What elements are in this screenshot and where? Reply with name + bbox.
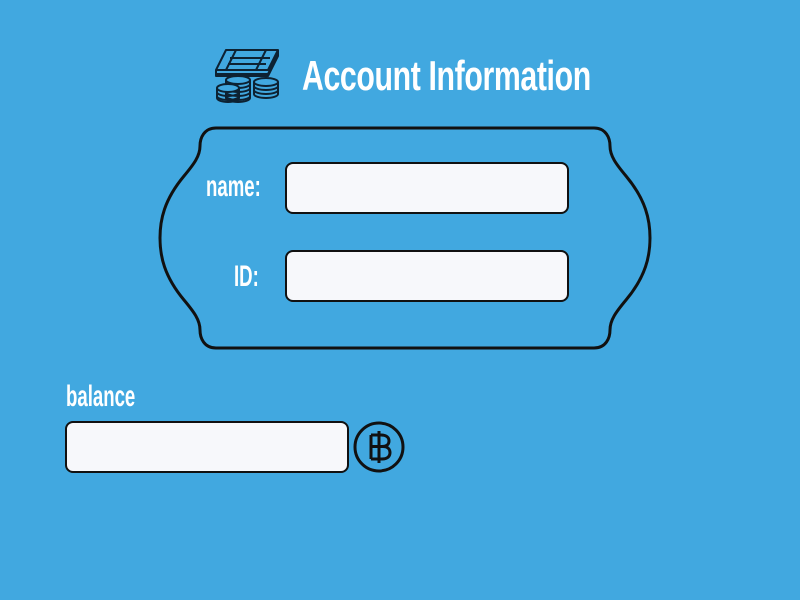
name-label: name: <box>206 170 261 203</box>
money-icon <box>215 49 279 103</box>
balance-input[interactable] <box>65 421 349 473</box>
account-frame <box>158 126 652 350</box>
balance-label: balance <box>66 380 136 413</box>
id-label: ID: <box>234 260 259 293</box>
baht-icon <box>353 421 405 473</box>
page-title: Account Information <box>302 52 591 99</box>
id-input[interactable] <box>285 250 569 302</box>
name-input[interactable] <box>285 162 569 214</box>
